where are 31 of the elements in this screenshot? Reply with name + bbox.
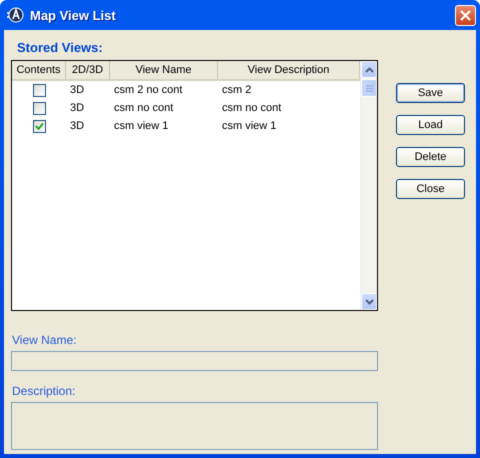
close-icon [460,10,471,20]
column-header[interactable]: View Name [110,61,218,79]
checkbox[interactable] [32,120,46,132]
table-cell-text: csm no cont [221,102,282,114]
section-label: Stored Views: [17,40,104,55]
views-list[interactable]: Contents 2D/3D View Name View Description 3D csm 2 no cont csm 2 3D csm no cont csm no cont 3D csm view 1 csm view 1 [11,60,378,311]
window-title: Map View List [30,8,117,22]
checkbox[interactable] [32,102,46,114]
table-cell-text: 3D [69,102,86,114]
table-cell-text: csm 2 [221,84,252,96]
column-header[interactable]: Contents [12,61,66,79]
table-cell-text: csm 2 no cont [113,84,184,96]
checkbox[interactable] [32,84,46,96]
input-field[interactable] [11,402,378,450]
dialog-button[interactable]: Save [396,83,465,103]
grip-icon [366,84,372,92]
dialog-button[interactable]: Close [396,179,465,199]
field-label: Description: [12,384,76,398]
table-cell-text: csm view 1 [221,120,278,132]
table-cell-text: csm view 1 [113,120,170,132]
table-cell-text: 3D [69,84,86,96]
dialog-button[interactable]: Delete [396,147,465,167]
scrollbar[interactable] [360,61,377,310]
field-label: View Name: [12,333,78,347]
table-cell-text: 3D [69,120,86,132]
table-cell-text: csm no cont [113,102,174,114]
close-button[interactable] [455,4,476,26]
app-icon [6,6,24,24]
dialog-button[interactable]: Load [396,115,465,135]
column-header[interactable]: 2D/3D [66,61,110,79]
input-field[interactable] [11,351,378,371]
